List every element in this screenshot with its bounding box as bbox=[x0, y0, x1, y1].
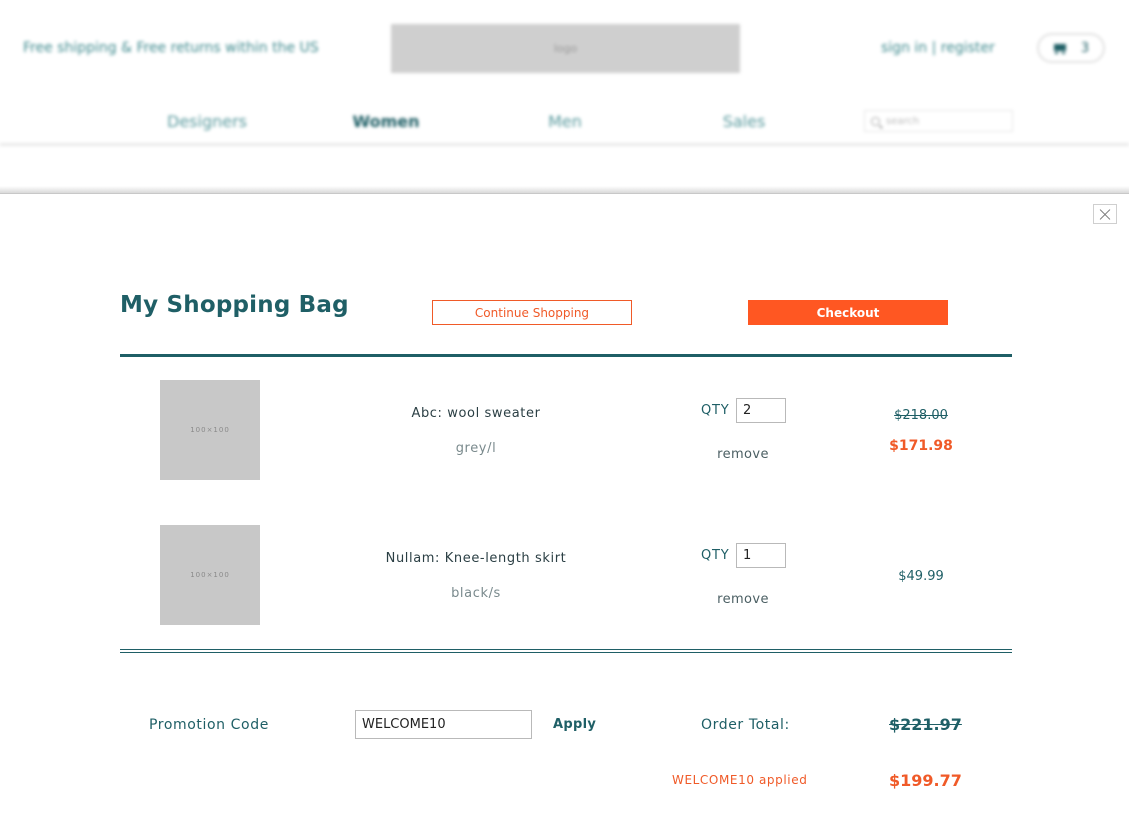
logo-text: logo bbox=[553, 42, 578, 55]
remove-link[interactable]: remove bbox=[717, 592, 769, 607]
nav-men[interactable]: Men bbox=[548, 112, 582, 131]
cart-button[interactable]: 3 bbox=[1037, 33, 1105, 63]
site-header-background: Free shipping & Free returns within the … bbox=[0, 0, 1129, 192]
qty-label: QTY bbox=[701, 548, 730, 563]
remove-link[interactable]: remove bbox=[717, 447, 769, 462]
item-price: $49.99 bbox=[898, 569, 944, 584]
cart-item: 100×100 Abc: wool sweater grey/l QTY rem… bbox=[0, 380, 1129, 480]
sale-price: $171.98 bbox=[889, 438, 953, 454]
qty-label: QTY bbox=[701, 403, 730, 418]
image-placeholder-label: 100×100 bbox=[190, 426, 230, 434]
search-icon bbox=[871, 116, 880, 126]
product-image[interactable]: 100×100 bbox=[160, 380, 260, 480]
product-variant: black/s bbox=[451, 586, 501, 601]
nav-sales[interactable]: Sales bbox=[723, 112, 766, 131]
shipping-notice: Free shipping & Free returns within the … bbox=[23, 40, 319, 56]
quantity-field[interactable] bbox=[736, 543, 786, 568]
divider-top bbox=[120, 354, 1012, 357]
site-logo[interactable]: logo bbox=[391, 24, 740, 73]
cart-icon bbox=[1053, 42, 1067, 54]
quantity-field[interactable] bbox=[736, 398, 786, 423]
search-placeholder: search bbox=[886, 115, 920, 127]
page-title: My Shopping Bag bbox=[120, 292, 349, 318]
header-divider bbox=[0, 143, 1129, 146]
order-total-original: $221.97 bbox=[889, 715, 962, 734]
order-total-final: $199.77 bbox=[889, 771, 962, 790]
nav-women[interactable]: Women bbox=[353, 112, 420, 131]
nav-designers[interactable]: Designers bbox=[167, 112, 247, 131]
divider-bottom bbox=[120, 649, 1012, 653]
product-image[interactable]: 100×100 bbox=[160, 525, 260, 625]
shopping-bag-modal: My Shopping Bag Continue Shopping Checko… bbox=[0, 193, 1129, 814]
promo-applied-message: WELCOME10 applied bbox=[672, 773, 808, 787]
order-total-label: Order Total: bbox=[701, 717, 790, 733]
search-input[interactable]: search bbox=[864, 110, 1013, 132]
image-placeholder-label: 100×100 bbox=[190, 571, 230, 579]
cart-item: 100×100 Nullam: Knee-length skirt black/… bbox=[0, 525, 1129, 625]
account-links[interactable]: sign in | register bbox=[881, 40, 995, 56]
apply-button[interactable]: Apply bbox=[553, 717, 596, 732]
original-price: $218.00 bbox=[894, 408, 948, 423]
product-name[interactable]: Abc: wool sweater bbox=[411, 406, 540, 421]
cart-count: 3 bbox=[1080, 40, 1090, 56]
product-variant: grey/l bbox=[455, 441, 497, 456]
product-name[interactable]: Nullam: Knee-length skirt bbox=[386, 551, 567, 566]
promo-code-label: Promotion Code bbox=[149, 717, 269, 733]
close-icon[interactable] bbox=[1093, 204, 1117, 224]
checkout-button[interactable]: Checkout bbox=[748, 300, 948, 325]
promo-code-field[interactable] bbox=[355, 710, 532, 739]
continue-shopping-button[interactable]: Continue Shopping bbox=[432, 300, 632, 325]
